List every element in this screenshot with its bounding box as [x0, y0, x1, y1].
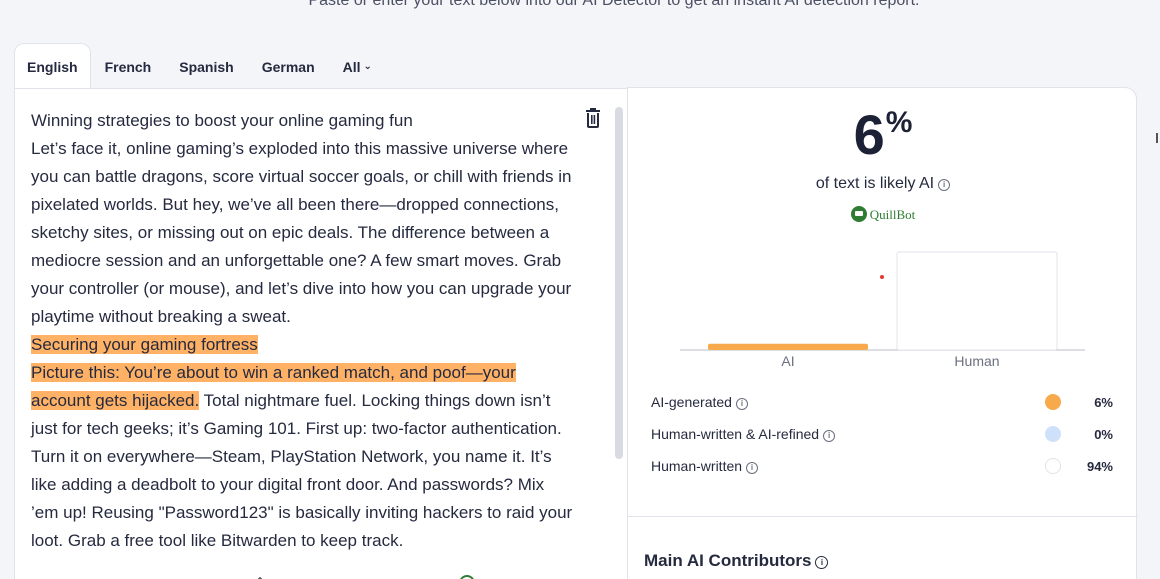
human-written-dot	[1045, 458, 1061, 474]
quillbot-brand: QuillBot	[628, 206, 1138, 223]
ai-highlight: account gets hijacked.	[31, 391, 200, 410]
editor-line: mediocre session and an unforgettable on…	[31, 251, 562, 270]
cursor-dot	[880, 275, 884, 279]
tab-all-label: All	[342, 58, 361, 75]
editor-line: playtime without breaking a sweat.	[31, 307, 291, 326]
trash-icon[interactable]	[585, 108, 601, 128]
quillbot-logo-icon	[850, 206, 867, 222]
legend-label: Human-written	[651, 458, 743, 474]
legend-value: 6%	[1094, 394, 1113, 410]
editor-line: your controller (or mouse), and let’s di…	[31, 279, 572, 298]
legend-human-written: Human-written i 94%	[651, 454, 1113, 478]
legend-value: 94%	[1086, 458, 1113, 474]
x-tick-label: AI	[781, 353, 794, 369]
editor-line: ’em up! Reusing "Password123" is basical…	[31, 503, 573, 522]
info-icon[interactable]: i	[735, 398, 748, 410]
editor-scrollbar[interactable]	[615, 107, 623, 459]
tab-all[interactable]: All ⌄	[329, 44, 386, 89]
bar-ai	[708, 343, 868, 350]
tab-french[interactable]: French	[91, 44, 166, 89]
legend-label: Human-written & AI-refined	[651, 426, 820, 442]
legend-ai-refined: Human-written & AI-refined i 0%	[651, 422, 1113, 446]
legend-value: 0%	[1094, 426, 1113, 442]
main-ai-contributors-heading: Main AI Contributors i	[644, 551, 829, 571]
ai-percentage-value: 6	[853, 103, 885, 166]
editor-line: loot. Grab a free tool like Bitwarden to…	[31, 531, 404, 550]
legend-label: AI-generated	[651, 394, 732, 410]
editor-line: just for tech geeks; it’s Gaming 101. Fi…	[31, 419, 562, 438]
page-caption: Paste or enter your text below into our …	[308, 0, 920, 9]
likely-ai-text: of text is likely AI	[815, 175, 935, 192]
ai-highlight: Picture this: You’re about to win a rank…	[31, 363, 516, 382]
legend-ai-generated: AI-generated i 6%	[651, 390, 1113, 414]
ai-percentage: 6%	[628, 102, 1138, 167]
editor-line: Turn it on everywhere—Steam, PlayStation…	[31, 447, 552, 466]
editor-line-highlighted: Securing your gaming fortress	[31, 331, 579, 359]
ai-highlight: Securing your gaming fortress	[31, 335, 258, 354]
info-icon[interactable]: i	[815, 556, 829, 569]
editor-line: like adding a deadbolt to your digital f…	[31, 475, 545, 494]
brand-name: QuillBot	[869, 207, 916, 222]
editor-line: you can battle dragons, score virtual so…	[31, 167, 572, 186]
editor-line: sketchy sites, or missing out on epic de…	[31, 223, 550, 242]
ai-generated-dot	[1045, 394, 1061, 410]
edge-mark	[1156, 133, 1158, 143]
language-tabs: English French Spanish German All ⌄	[14, 43, 386, 89]
ai-refined-dot	[1045, 426, 1061, 442]
x-tick-label: Human	[954, 353, 999, 369]
chevron-down-icon: ⌄	[363, 61, 372, 72]
ai-percentage-symbol: %	[885, 106, 913, 139]
tab-german[interactable]: German	[248, 44, 329, 89]
caret-up-icon[interactable]: ⌃	[255, 575, 267, 579]
info-icon[interactable]: i	[938, 179, 951, 191]
editor-line: Let’s face it, online gaming’s exploded …	[31, 139, 569, 158]
text-editor[interactable]: Winning strategies to boost your online …	[14, 88, 627, 579]
editor-line-mixed: account gets hijacked. Total nightmare f…	[31, 387, 579, 415]
detection-result-panel: 6% of text is likely AI i QuillBot AI Huma…	[627, 87, 1138, 579]
bar-human	[896, 251, 1058, 351]
info-icon[interactable]: i	[746, 462, 759, 474]
editor-line-rest: Total nightmare fuel. Locking things dow…	[199, 391, 551, 410]
check-circle-icon[interactable]	[459, 575, 475, 579]
editor-line-highlighted: Picture this: You’re about to win a rank…	[31, 359, 579, 387]
section-divider	[628, 516, 1138, 517]
tab-spanish[interactable]: Spanish	[165, 44, 247, 89]
info-icon[interactable]: i	[823, 430, 836, 442]
editor-line: Winning strategies to boost your online …	[31, 111, 413, 130]
tab-english[interactable]: English	[14, 43, 91, 89]
contributors-title: Main AI Contributors	[644, 551, 812, 570]
ai-human-bar-chart: AI Human	[680, 251, 1085, 369]
editor-line: pixelated worlds. But hey, we’ve all bee…	[31, 195, 559, 214]
editor-text[interactable]: Winning strategies to boost your online …	[31, 107, 579, 555]
likely-ai-label: of text is likely AI i	[628, 175, 1138, 193]
